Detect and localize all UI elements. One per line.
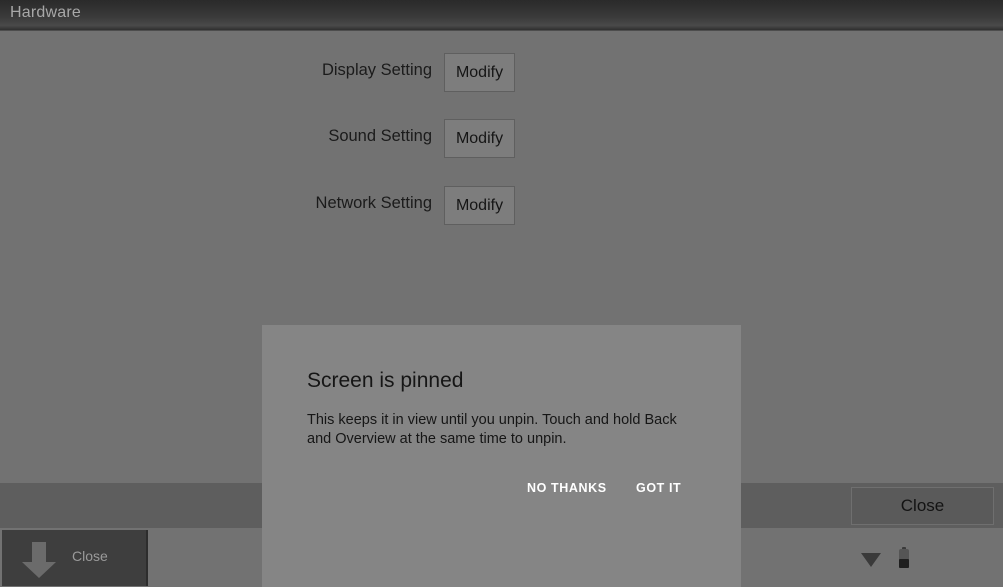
window-titlebar: Hardware	[0, 0, 1003, 31]
dialog-title: Screen is pinned	[307, 369, 464, 392]
screen-pinned-dialog: Screen is pinned This keeps it in view u…	[262, 325, 741, 587]
no-thanks-button[interactable]: NO THANKS	[527, 481, 607, 495]
got-it-button[interactable]: GOT IT	[636, 481, 681, 495]
setting-label-sound: Sound Setting	[328, 127, 432, 145]
setting-row-network: Network Setting Modify	[0, 186, 1003, 226]
modify-button-network[interactable]: Modify	[444, 186, 515, 225]
battery-icon	[898, 547, 910, 574]
close-panel-left[interactable]: Close	[2, 530, 148, 586]
setting-row-sound: Sound Setting Modify	[0, 119, 1003, 159]
modify-button-sound[interactable]: Modify	[444, 119, 515, 158]
setting-label-display: Display Setting	[321, 61, 432, 79]
android-screen: Hardware Display Setting Modify Sound Se…	[0, 0, 1003, 587]
page-title: Hardware	[10, 4, 81, 21]
modify-button-display[interactable]: Modify	[444, 53, 515, 92]
status-icons	[860, 547, 920, 571]
wifi-icon	[860, 550, 882, 573]
dialog-body-text: This keeps it in view until you unpin. T…	[307, 412, 677, 447]
download-arrow-icon	[16, 536, 62, 582]
setting-row-display: Display Setting Modify	[0, 53, 1003, 93]
close-panel-label: Close	[72, 548, 108, 564]
setting-label-network: Network Setting	[315, 194, 432, 212]
close-button-right[interactable]: Close	[851, 487, 994, 525]
dialog-actions: NO THANKS GOT IT	[262, 475, 741, 505]
